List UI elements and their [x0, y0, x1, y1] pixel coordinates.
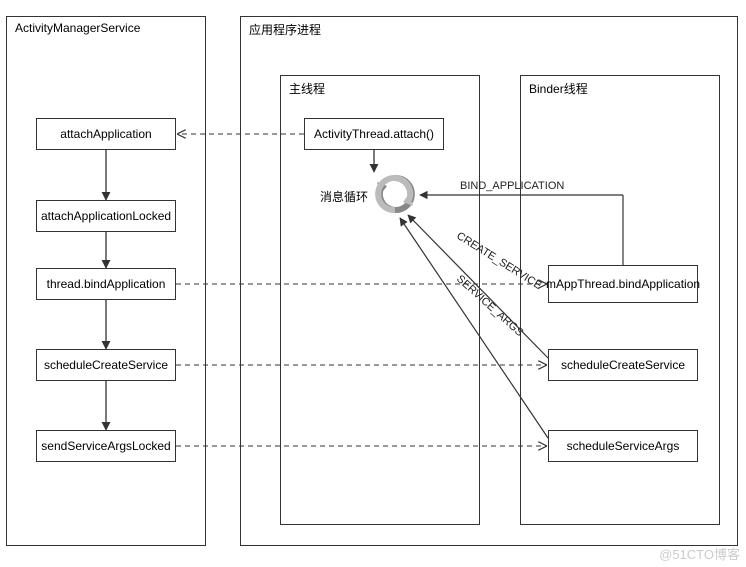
binder-schedule-create-service-node: scheduleCreateService — [548, 349, 698, 381]
binder-thread-title: Binder线程 — [529, 80, 588, 97]
binder-schedule-service-args-node: scheduleServiceArgs — [548, 430, 698, 462]
ams-schedule-create-service-node: scheduleCreateService — [36, 349, 176, 381]
ams-schedule-create-service-label: scheduleCreateService — [44, 358, 168, 372]
attach-application-locked-node: attachApplicationLocked — [36, 200, 176, 232]
activity-thread-attach-label: ActivityThread.attach() — [314, 127, 434, 141]
main-thread-title: 主线程 — [289, 80, 325, 97]
ams-title: ActivityManagerService — [15, 21, 140, 35]
binder-schedule-service-args-label: scheduleServiceArgs — [567, 439, 680, 453]
watermark: @51CTO博客 — [659, 544, 740, 563]
send-service-args-locked-node: sendServiceArgsLocked — [36, 430, 176, 462]
refresh-icon — [373, 172, 417, 216]
thread-bind-application-node: thread.bindApplication — [36, 268, 176, 300]
binder-bind-application-label: mAppThread.bindApplication — [546, 277, 700, 291]
binder-schedule-create-service-label: scheduleCreateService — [561, 358, 685, 372]
activity-thread-attach-node: ActivityThread.attach() — [304, 118, 444, 150]
attach-application-locked-label: attachApplicationLocked — [41, 209, 171, 223]
binder-bind-application-node: mAppThread.bindApplication — [548, 265, 698, 303]
send-service-args-locked-label: sendServiceArgsLocked — [41, 439, 170, 453]
bind-application-edge-label: BIND_APPLICATION — [460, 180, 564, 192]
attach-application-node: attachApplication — [36, 118, 176, 150]
message-loop-label: 消息循环 — [320, 188, 368, 205]
thread-bind-application-label: thread.bindApplication — [47, 277, 166, 291]
attach-application-label: attachApplication — [60, 127, 151, 141]
app-process-title: 应用程序进程 — [249, 21, 321, 38]
